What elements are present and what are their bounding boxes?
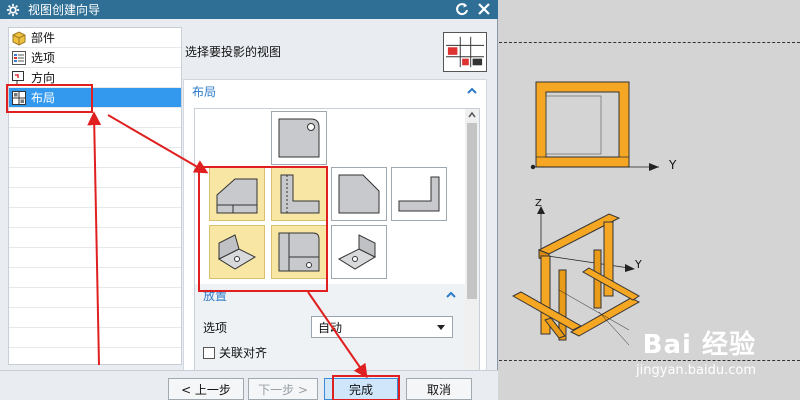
dialog-titlebar: 视图创建向导: [0, 0, 498, 19]
gear-icon: [6, 3, 20, 16]
scrollbar-thumb[interactable]: [467, 123, 477, 299]
list-item: [9, 208, 181, 228]
list-item: [9, 328, 181, 348]
wizard-step-list: 部件 选项 方向 布局: [8, 27, 182, 365]
l-profile-view-icon: [398, 176, 440, 212]
top-left-view-cell[interactable]: [271, 167, 327, 221]
list-item: [9, 268, 181, 288]
nav-item-part[interactable]: 部件: [9, 28, 181, 48]
layout-section-header[interactable]: 布局: [184, 80, 486, 102]
chevron-up-icon[interactable]: [445, 290, 457, 300]
placement-option-row: 选项 自动: [203, 316, 453, 338]
nav-item-label: 方向: [31, 71, 56, 85]
side-view-icon: [338, 174, 380, 214]
list-item: [9, 188, 181, 208]
view-creation-wizard-dialog: 视图创建向导 部件 选项 方向 布局 选择要投影的视图 布局 放置 选项 自动 …: [0, 0, 498, 400]
front-view-icon: [216, 178, 258, 214]
view-layout-grid: 放置 选项 自动 关联对齐: [194, 108, 480, 388]
reset-icon[interactable]: [454, 1, 470, 17]
watermark-sub: jingyan.baidu.com: [636, 363, 756, 378]
side-view-cell[interactable]: [331, 167, 387, 221]
list-item: [9, 168, 181, 188]
axis-z-label: Z: [535, 198, 542, 209]
chevron-up-icon[interactable]: [466, 86, 478, 96]
right-view-cell[interactable]: [271, 225, 327, 279]
chevron-down-icon: [437, 325, 445, 330]
placement-option-select[interactable]: 自动: [311, 316, 453, 338]
placement-section-title: 放置: [203, 288, 228, 303]
back-button[interactable]: < 上一步: [168, 378, 244, 400]
layout-scrollbar[interactable]: [465, 109, 479, 387]
front-view-cell[interactable]: [209, 167, 265, 221]
list-item: [9, 148, 181, 168]
isometric-view-model: [511, 206, 641, 346]
step-content: 选择要投影的视图 布局 放置 选项 自动 关联对齐: [183, 27, 490, 389]
orientation-icon: [12, 70, 24, 85]
drawing-canvas[interactable]: Y Z Y Bai 经验 jingyan.baidu.com: [499, 0, 800, 400]
close-icon[interactable]: [476, 1, 492, 17]
nav-item-orientation[interactable]: 方向: [9, 68, 181, 88]
l-profile-view-cell[interactable]: [391, 167, 447, 221]
layout-section-title: 布局: [192, 84, 217, 99]
iso-view-alt-cell[interactable]: [331, 225, 387, 279]
placement-section-header[interactable]: 放置: [195, 284, 465, 306]
nav-item-options[interactable]: 选项: [9, 48, 181, 68]
layout-icon: [12, 90, 26, 105]
associative-align-label: 关联对齐: [219, 346, 268, 360]
base-view-icon: [278, 118, 320, 158]
associative-align-row: 关联对齐: [203, 344, 267, 361]
associative-align-checkbox[interactable]: [203, 346, 215, 359]
projection-prompt-row: 选择要投影的视图: [183, 27, 490, 77]
nav-item-label: 布局: [31, 91, 56, 105]
list-item: [9, 288, 181, 308]
dialog-title: 视图创建向导: [28, 3, 101, 17]
list-item: [9, 228, 181, 248]
part-icon: [12, 30, 26, 46]
base-view-cell[interactable]: [271, 111, 327, 165]
finish-button[interactable]: 完成: [324, 378, 398, 400]
list-item: [9, 248, 181, 268]
placement-option-value: 自动: [318, 320, 343, 335]
axis-y-label-top: Y: [669, 158, 677, 172]
next-button[interactable]: 下一步 >: [248, 378, 318, 400]
options-icon: [12, 50, 26, 65]
list-item: [9, 308, 181, 328]
list-item: [9, 128, 181, 148]
iso-view-alt-icon: [337, 234, 377, 270]
watermark: Bai 经验 jingyan.baidu.com: [636, 324, 756, 378]
axis-y-label-iso: Y: [635, 258, 642, 271]
top-view-model: [530, 81, 659, 171]
dialog-footer: < 上一步 下一步 > 完成 取消: [0, 370, 498, 400]
nav-item-layout[interactable]: 布局: [9, 88, 181, 108]
nav-item-label: 选项: [31, 51, 56, 65]
cancel-button[interactable]: 取消: [406, 378, 472, 400]
placement-option-label: 选项: [203, 320, 228, 335]
view-layout-thumbnail-icon[interactable]: [443, 32, 487, 72]
nav-item-label: 部件: [31, 31, 56, 45]
scroll-up-icon[interactable]: [465, 109, 479, 121]
top-left-view-icon: [280, 174, 320, 214]
right-view-icon: [278, 232, 320, 272]
watermark-main: Bai 经验: [642, 330, 756, 360]
iso-view-cell[interactable]: [209, 225, 265, 279]
iso-view-icon: [217, 234, 257, 270]
projection-prompt-label: 选择要投影的视图: [185, 45, 282, 59]
list-item: [9, 108, 181, 128]
layout-section: 布局 放置 选项 自动 关联对齐: [183, 79, 487, 389]
